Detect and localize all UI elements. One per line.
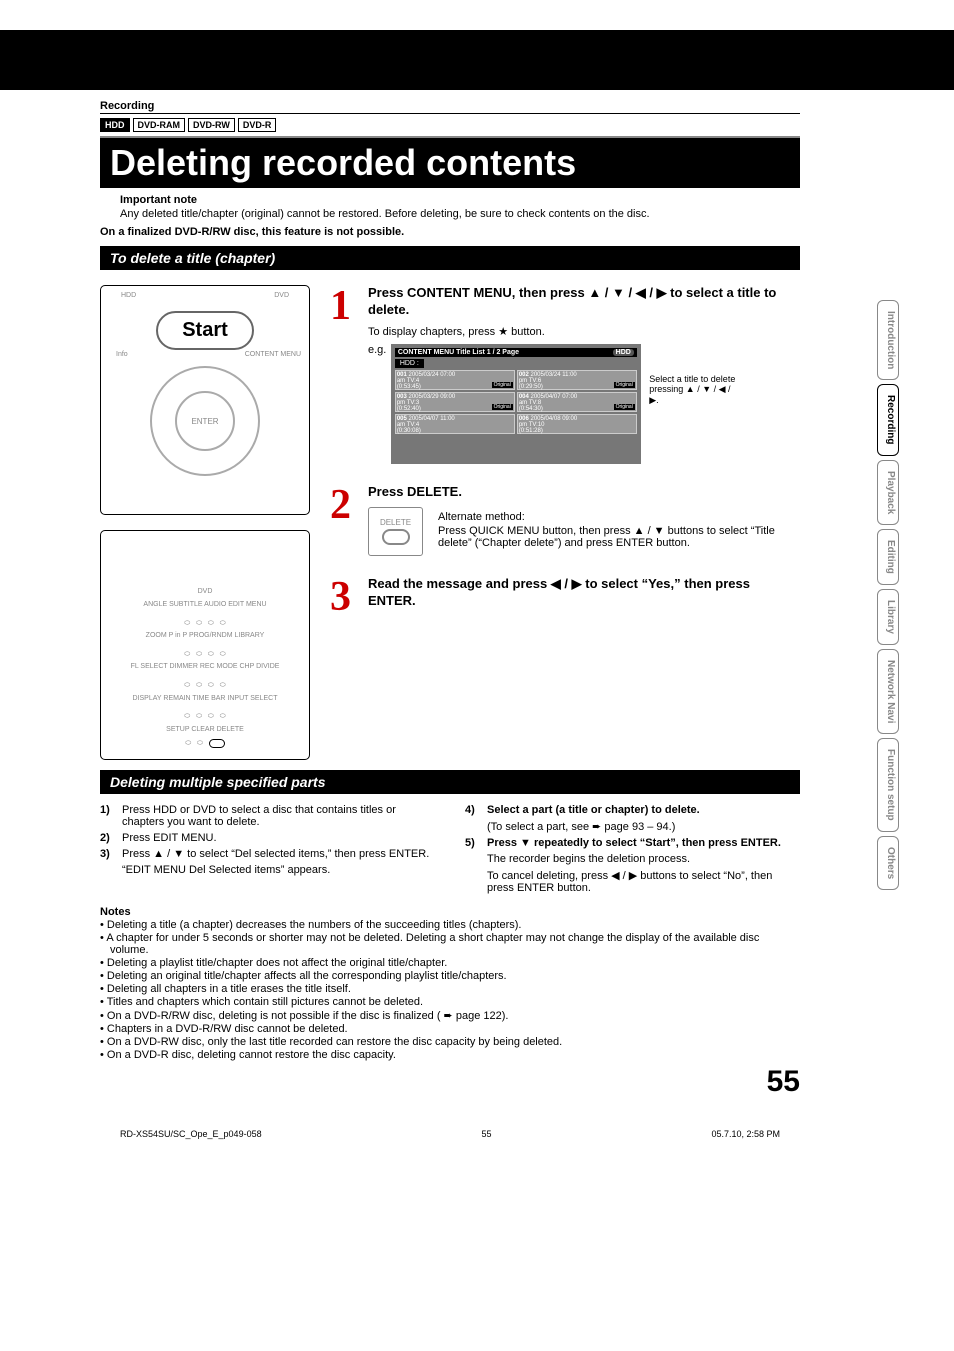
badge-dvd-ram: DVD-RAM xyxy=(133,118,186,132)
content-menu-label: CONTENT MENU xyxy=(245,351,301,358)
hdd-label: HDD xyxy=(121,292,136,299)
right-step5-sub2: To cancel deleting, press ◀ / ▶ buttons … xyxy=(487,869,800,894)
title-list-cell: 001 2005/03/24 07:00am TV:4(0:53:45)Orig… xyxy=(395,370,515,390)
tab-introduction[interactable]: Introduction xyxy=(877,300,899,380)
remote-row-3: FL SELECT DIMMER REC MODE CHP DIVIDE xyxy=(131,661,280,674)
remote-row-4: DISPLAY REMAIN TIME BAR INPUT SELECT xyxy=(133,693,278,706)
step-3-number: 3 xyxy=(330,576,360,618)
title-list-cell: 005 2005/04/07 11:00am TV:4(0:30:08) xyxy=(395,414,515,434)
tab-network-navi[interactable]: Network Navi xyxy=(877,649,899,734)
delete-button-label: DELETE xyxy=(380,518,411,527)
footer: RD-XS54SU/SC_Ope_E_p049-058 55 05.7.10, … xyxy=(100,1129,800,1139)
note-item: Deleting a title (a chapter) decreases t… xyxy=(100,919,800,931)
step-2-number: 2 xyxy=(330,484,360,556)
important-note-text: Any deleted title/chapter (original) can… xyxy=(120,208,800,220)
title-list-screenshot: CONTENT MENU Title List 1 / 2 Page HDD H… xyxy=(391,344,641,464)
step-1-text: To display chapters, press ★ button. xyxy=(368,325,800,338)
media-badges: HDD DVD-RAM DVD-RW DVD-R xyxy=(100,118,800,132)
remote-row-1: ANGLE SUBTITLE AUDIO EDIT MENU xyxy=(143,599,266,612)
top-black-bar xyxy=(0,30,954,90)
badge-dvd-r: DVD-R xyxy=(238,118,277,132)
remote-bottom-panel: DVD ANGLE SUBTITLE AUDIO EDIT MENU ⬭ ⬭ ⬭… xyxy=(100,530,310,760)
title-list-cell: 003 2005/03/29 09:00pm TV:3(0:52:40)Orig… xyxy=(395,392,515,412)
alt-method-text: Press QUICK MENU button, then press ▲ / … xyxy=(438,525,800,549)
step-2-heading: Press DELETE. xyxy=(368,484,800,501)
remote-row-5: SETUP CLEAR DELETE xyxy=(166,724,244,737)
note-item: On a DVD-R/RW disc, deleting is not poss… xyxy=(100,1009,800,1022)
dvd-label: DVD xyxy=(274,292,289,299)
note-item: On a DVD-RW disc, only the last title re… xyxy=(100,1036,800,1048)
title-list-cell: 004 2005/04/07 07:00am TV:8(0:54:30)Orig… xyxy=(517,392,637,412)
tl-hdd-label: HDD : xyxy=(395,359,424,368)
page-title: Deleting recorded contents xyxy=(100,136,800,188)
note-item: On a DVD-R disc, deleting cannot restore… xyxy=(100,1049,800,1061)
tab-others[interactable]: Others xyxy=(877,836,899,890)
note-item: Deleting all chapters in a title erases … xyxy=(100,983,800,995)
notes-list: Deleting a title (a chapter) decreases t… xyxy=(100,919,800,1061)
side-tabs: Introduction Recording Playback Editing … xyxy=(877,300,899,890)
notes-heading: Notes xyxy=(100,906,800,918)
note-item: A chapter for under 5 seconds or shorter… xyxy=(100,932,800,956)
info-label: Info xyxy=(116,351,128,358)
delete-button-icon: DELETE xyxy=(368,507,423,556)
page-number: 55 xyxy=(100,1065,800,1099)
tl-hdd-icon: HDD xyxy=(613,349,634,356)
title-list-cell: 002 2005/03/24 11:00pm TV:6(0:29:50)Orig… xyxy=(517,370,637,390)
tab-playback[interactable]: Playback xyxy=(877,460,899,525)
badge-dvd-rw: DVD-RW xyxy=(188,118,235,132)
tab-function-setup[interactable]: Function setup xyxy=(877,738,899,832)
note-item: Chapters in a DVD-R/RW disc cannot be de… xyxy=(100,1023,800,1035)
footer-mid: 55 xyxy=(482,1129,492,1139)
enter-button-icon: ENTER xyxy=(175,391,235,451)
alt-method-label: Alternate method: xyxy=(438,511,800,523)
remote-row-dvd: DVD xyxy=(198,586,213,599)
note-item: Titles and chapters which contain still … xyxy=(100,996,800,1008)
left-sub-text: “EDIT MENU Del Selected items” appears. xyxy=(122,864,435,876)
subheading-delete-title: To delete a title (chapter) xyxy=(100,246,800,270)
note-item: Deleting an original title/chapter affec… xyxy=(100,970,800,982)
tl-header-text: CONTENT MENU Title List 1 / 2 Page xyxy=(398,349,519,356)
step-1-heading: Press CONTENT MENU, then press ▲ / ▼ / ◀… xyxy=(368,285,800,319)
section-label: Recording xyxy=(100,100,800,114)
finalized-note: On a finalized DVD-R/RW disc, this featu… xyxy=(100,226,800,238)
note-item: Deleting a playlist title/chapter does n… xyxy=(100,957,800,969)
right-step5-sub: The recorder begins the deletion process… xyxy=(487,853,800,865)
badge-hdd: HDD xyxy=(100,118,130,132)
tab-editing[interactable]: Editing xyxy=(877,529,899,585)
tab-library[interactable]: Library xyxy=(877,589,899,645)
footer-left: RD-XS54SU/SC_Ope_E_p049-058 xyxy=(120,1129,262,1139)
step-1-number: 1 xyxy=(330,285,360,464)
tab-recording[interactable]: Recording xyxy=(877,384,899,455)
start-label: Start xyxy=(156,311,254,350)
right-step4-sub: (To select a part, see ➨ page 93 – 94.) xyxy=(487,820,800,833)
right-steps-list: 4)Select a part (a title or chapter) to … xyxy=(465,804,800,816)
important-note-label: Important note xyxy=(120,194,800,206)
footer-right: 05.7.10, 2:58 PM xyxy=(711,1129,780,1139)
subheading-multiple-parts: Deleting multiple specified parts xyxy=(100,770,800,794)
title-list-cell: 006 2005/04/08 09:00pm TV:10(0:51:28) xyxy=(517,414,637,434)
eg-label: e.g. xyxy=(368,344,386,356)
nav-pad-icon: ENTER xyxy=(150,366,260,476)
step-3-heading: Read the message and press ◀ / ▶ to sele… xyxy=(368,576,800,610)
left-steps-list: 1)Press HDD or DVD to select a disc that… xyxy=(100,804,435,860)
remote-top-panel: HDD DVD Start Info CONTENT MENU ENTER xyxy=(100,285,310,515)
remote-row-2: ZOOM P in P PROG/RNDM LIBRARY xyxy=(146,630,265,643)
oval-button-icon xyxy=(382,529,410,545)
select-title-annotation: Select a title to delete pressing ▲ / ▼ … xyxy=(649,344,739,406)
